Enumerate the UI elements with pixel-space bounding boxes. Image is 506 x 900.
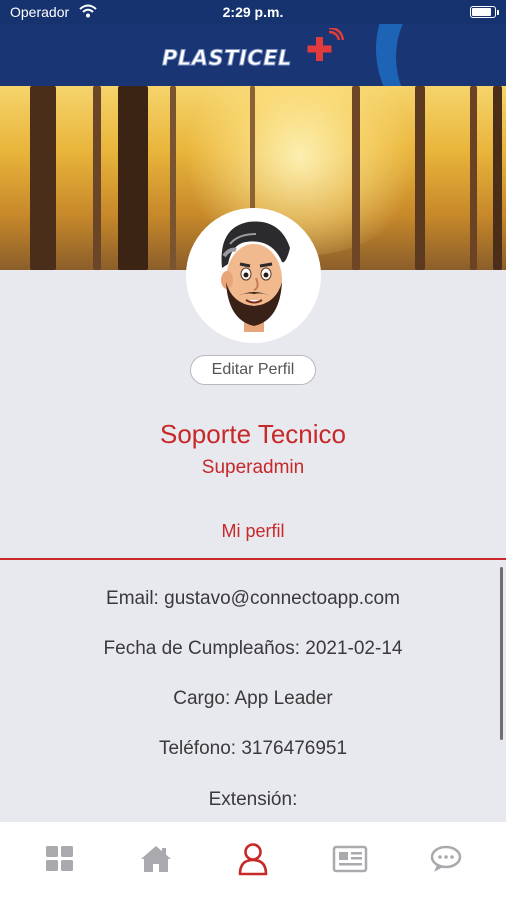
position-row: Cargo: App Leader (0, 688, 506, 710)
extension-row: Extensión: (0, 789, 506, 811)
email-row: Email: gustavo@connectoapp.com (0, 588, 506, 610)
avatar-illustration (186, 208, 321, 343)
edit-profile-button[interactable]: Editar Perfil (190, 355, 316, 385)
grid-icon[interactable] (42, 841, 78, 877)
plasticel-logo: PLASTICEL (160, 28, 350, 72)
chat-icon[interactable] (428, 841, 464, 877)
birthday-label: Fecha de Cumpleaños: (103, 638, 300, 659)
email-label: Email: (106, 588, 159, 609)
profile-role: Superadmin (201, 457, 305, 478)
status-time: 2:29 p.m. (222, 4, 284, 20)
extension-label: Extensión: (208, 789, 298, 810)
battery-tip (497, 10, 499, 15)
avatar[interactable] (186, 208, 321, 343)
phone-label: Teléfono: (158, 738, 237, 759)
my-profile-section-title: Mi perfil (221, 521, 285, 541)
header-decoration-inner (396, 24, 506, 86)
profile-name: Soporte Tecnico (160, 419, 346, 449)
position-label: Cargo: (173, 688, 231, 709)
phone-row: Teléfono: 3176476951 (0, 738, 506, 760)
phone-value: 3176476951 (241, 738, 348, 759)
position-value: App Leader (234, 688, 333, 709)
scrollbar[interactable] (500, 567, 503, 740)
logo-plus-signal-icon (307, 28, 345, 61)
news-icon[interactable] (332, 841, 368, 877)
email-value: gustavo@connectoapp.com (164, 588, 400, 609)
logo-text: PLASTICEL (162, 46, 292, 71)
battery-icon (470, 6, 496, 18)
home-icon[interactable] (138, 841, 174, 877)
birthday-row: Fecha de Cumpleaños: 2021-02-14 (0, 638, 506, 660)
profile-icon[interactable] (235, 841, 271, 877)
status-bar: Operador 2:29 p.m. (0, 0, 506, 24)
tab-bar (0, 822, 506, 900)
birthday-value: 2021-02-14 (305, 638, 403, 659)
section-divider (0, 558, 506, 560)
